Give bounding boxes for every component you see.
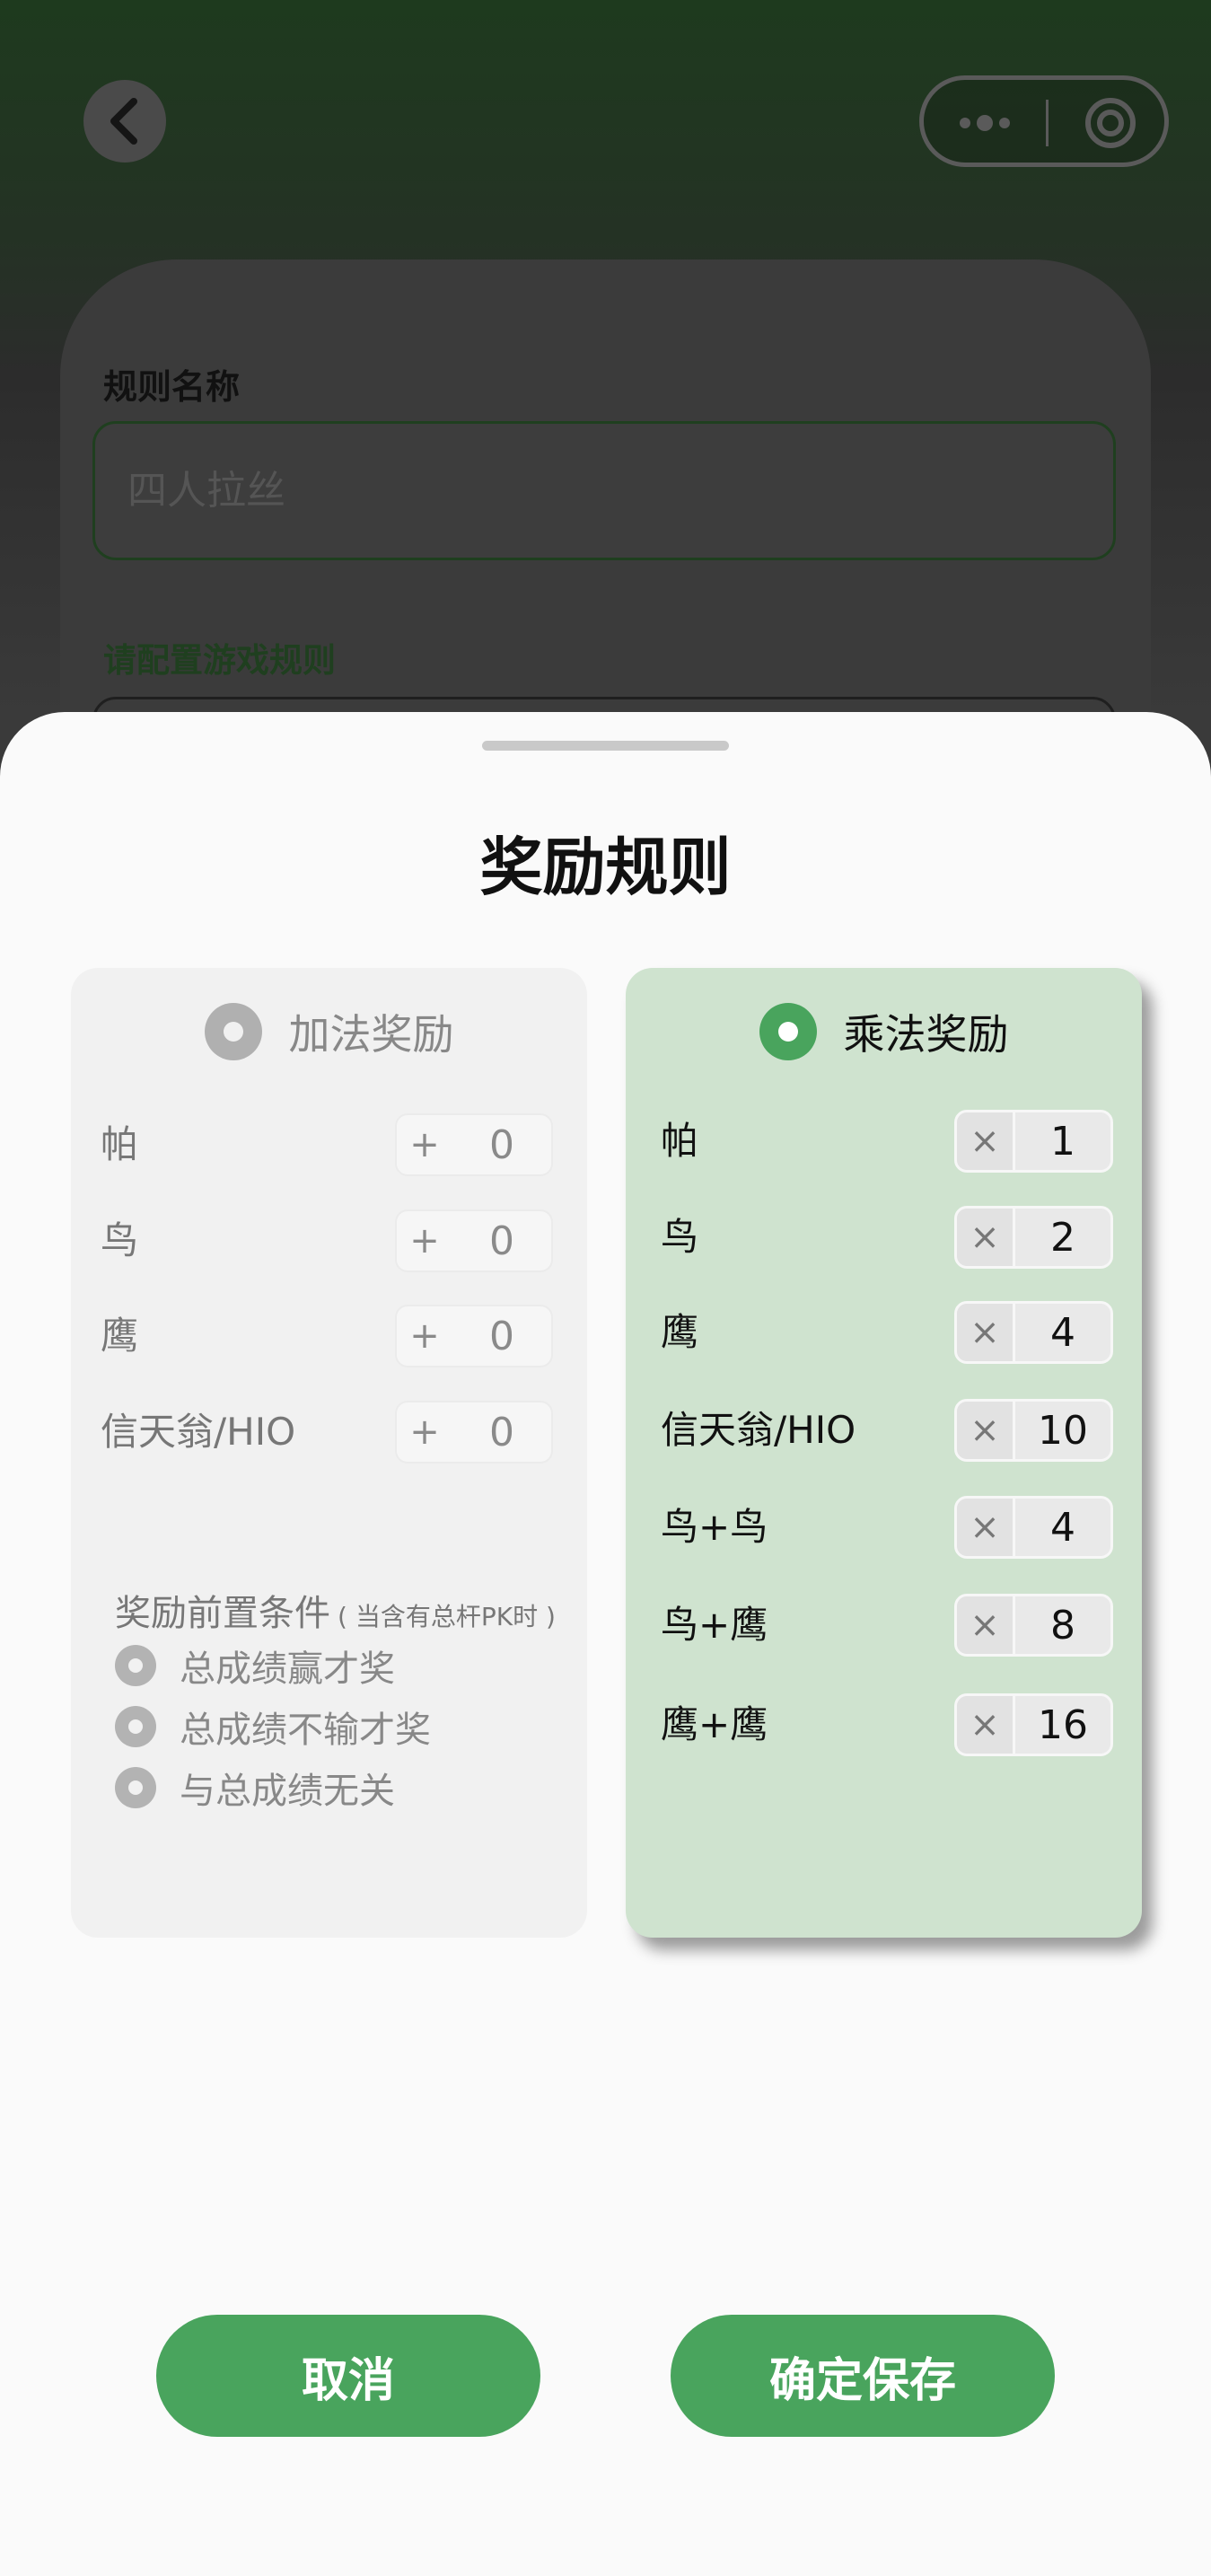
precondition-option[interactable]: 与总成绩无关 bbox=[115, 1762, 395, 1814]
multiplicative-row: 鹰 × 4 bbox=[626, 1301, 1142, 1364]
precondition-option[interactable]: 总成绩不输才奖 bbox=[115, 1701, 431, 1753]
additive-row: 帕 + 0 bbox=[71, 1113, 587, 1176]
multiply-icon: × bbox=[957, 1596, 1013, 1654]
precondition-note: ( 当含有总杆PK时 ) bbox=[338, 1602, 556, 1631]
stepper-value[interactable]: 4 bbox=[1013, 1499, 1110, 1556]
capsule-divider bbox=[1046, 100, 1049, 146]
row-label: 鸟+鹰 bbox=[661, 1603, 768, 1647]
confirm-save-button[interactable]: 确定保存 bbox=[671, 2315, 1055, 2437]
config-label: 请配置游戏规则 bbox=[103, 641, 336, 680]
additive-radio[interactable] bbox=[204, 1003, 262, 1060]
multiplier-stepper[interactable]: × 16 bbox=[954, 1693, 1113, 1756]
additive-stepper[interactable]: + 0 bbox=[395, 1209, 553, 1272]
multiplicative-row: 信天翁/HIO × 10 bbox=[626, 1399, 1142, 1462]
precondition-radio[interactable] bbox=[115, 1767, 156, 1808]
row-label: 信天翁/HIO bbox=[101, 1410, 296, 1454]
multiplicative-row: 鸟+鸟 × 4 bbox=[626, 1496, 1142, 1559]
precondition-option-label: 总成绩不输才奖 bbox=[180, 1710, 431, 1751]
multiplier-stepper[interactable]: × 8 bbox=[954, 1594, 1113, 1657]
plus-icon: + bbox=[409, 1124, 440, 1165]
row-label: 帕 bbox=[661, 1119, 699, 1163]
additive-row: 鸟 + 0 bbox=[71, 1209, 587, 1272]
additive-reward-header[interactable]: 加法奖励 bbox=[71, 1002, 587, 1061]
precondition-option[interactable]: 总成绩赢才奖 bbox=[115, 1640, 395, 1692]
stepper-value[interactable]: 2 bbox=[1013, 1209, 1110, 1266]
additive-stepper[interactable]: + 0 bbox=[395, 1113, 553, 1176]
stepper-value[interactable]: 0 bbox=[452, 1402, 551, 1462]
multiplicative-reward-header[interactable]: 乘法奖励 bbox=[626, 1002, 1142, 1061]
precondition-title-text: 奖励前置条件 bbox=[115, 1593, 330, 1634]
precondition-radio[interactable] bbox=[115, 1706, 156, 1747]
precondition-option-label: 总成绩赢才奖 bbox=[180, 1648, 395, 1690]
rule-name-label: 规则名称 bbox=[103, 367, 241, 407]
multiplicative-row: 鸟+鹰 × 8 bbox=[626, 1594, 1142, 1657]
plus-icon: + bbox=[409, 1411, 440, 1453]
multiplicative-title: 乘法奖励 bbox=[843, 1010, 1009, 1059]
stepper-value[interactable]: 10 bbox=[1013, 1402, 1110, 1459]
precondition-radio[interactable] bbox=[115, 1645, 156, 1686]
multiplier-stepper[interactable]: × 2 bbox=[954, 1206, 1113, 1269]
stepper-value[interactable]: 1 bbox=[1013, 1112, 1110, 1170]
more-icon[interactable] bbox=[958, 112, 1015, 134]
back-button[interactable] bbox=[83, 80, 166, 163]
additive-stepper[interactable]: + 0 bbox=[395, 1305, 553, 1367]
additive-reward-panel[interactable]: 加法奖励 帕 + 0 鸟 + 0 鹰 + 0 信天翁/HIO + 0 奖励前置条… bbox=[71, 968, 587, 1938]
multiplicative-radio[interactable] bbox=[759, 1003, 817, 1060]
stepper-value[interactable]: 0 bbox=[452, 1306, 551, 1366]
plus-icon: + bbox=[409, 1220, 440, 1262]
precondition-option-label: 与总成绩无关 bbox=[180, 1771, 395, 1812]
multiply-icon: × bbox=[957, 1499, 1013, 1556]
sheet-title: 奖励规则 bbox=[479, 831, 732, 904]
row-label: 鸟 bbox=[101, 1218, 139, 1262]
stepper-value[interactable]: 16 bbox=[1013, 1696, 1110, 1754]
stepper-value[interactable]: 0 bbox=[452, 1115, 551, 1174]
row-label: 鸟 bbox=[661, 1215, 699, 1259]
sheet-drag-handle[interactable] bbox=[482, 741, 729, 751]
multiplier-stepper[interactable]: × 1 bbox=[954, 1110, 1113, 1173]
cancel-button[interactable]: 取消 bbox=[156, 2315, 540, 2437]
rule-name-input[interactable]: 四人拉丝 bbox=[92, 421, 1116, 560]
stepper-value[interactable]: 4 bbox=[1013, 1304, 1110, 1361]
precondition-title: 奖励前置条件 ( 当含有总杆PK时 ) bbox=[115, 1584, 556, 1636]
row-label: 鸟+鸟 bbox=[661, 1505, 768, 1549]
multiply-icon: × bbox=[957, 1304, 1013, 1361]
row-label: 帕 bbox=[101, 1122, 139, 1166]
multiplicative-row: 鸟 × 2 bbox=[626, 1206, 1142, 1269]
additive-row: 信天翁/HIO + 0 bbox=[71, 1401, 587, 1464]
multiplier-stepper[interactable]: × 4 bbox=[954, 1301, 1113, 1364]
multiply-icon: × bbox=[957, 1402, 1013, 1459]
additive-stepper[interactable]: + 0 bbox=[395, 1401, 553, 1464]
multiply-icon: × bbox=[957, 1209, 1013, 1266]
multiplier-stepper[interactable]: × 10 bbox=[954, 1399, 1113, 1462]
multiplicative-reward-panel[interactable]: 乘法奖励 帕 × 1 鸟 × 2 鹰 × 4 信天翁/HIO × 10 鸟+鸟 … bbox=[626, 968, 1142, 1938]
row-label: 鹰 bbox=[661, 1310, 699, 1354]
close-miniprogram-icon[interactable] bbox=[1084, 96, 1137, 150]
additive-row: 鹰 + 0 bbox=[71, 1305, 587, 1367]
miniprogram-capsule bbox=[919, 75, 1169, 167]
row-label: 鹰 bbox=[101, 1314, 139, 1358]
stepper-value[interactable]: 0 bbox=[452, 1211, 551, 1270]
plus-icon: + bbox=[409, 1315, 440, 1357]
stepper-value[interactable]: 8 bbox=[1013, 1596, 1110, 1654]
row-label: 鹰+鹰 bbox=[661, 1702, 768, 1746]
row-label: 信天翁/HIO bbox=[661, 1408, 856, 1452]
multiplicative-row: 帕 × 1 bbox=[626, 1110, 1142, 1173]
multiplicative-row: 鹰+鹰 × 16 bbox=[626, 1693, 1142, 1756]
multiply-icon: × bbox=[957, 1696, 1013, 1754]
multiply-icon: × bbox=[957, 1112, 1013, 1170]
chevron-left-icon bbox=[110, 98, 137, 145]
additive-title: 加法奖励 bbox=[288, 1010, 454, 1059]
multiplier-stepper[interactable]: × 4 bbox=[954, 1496, 1113, 1559]
